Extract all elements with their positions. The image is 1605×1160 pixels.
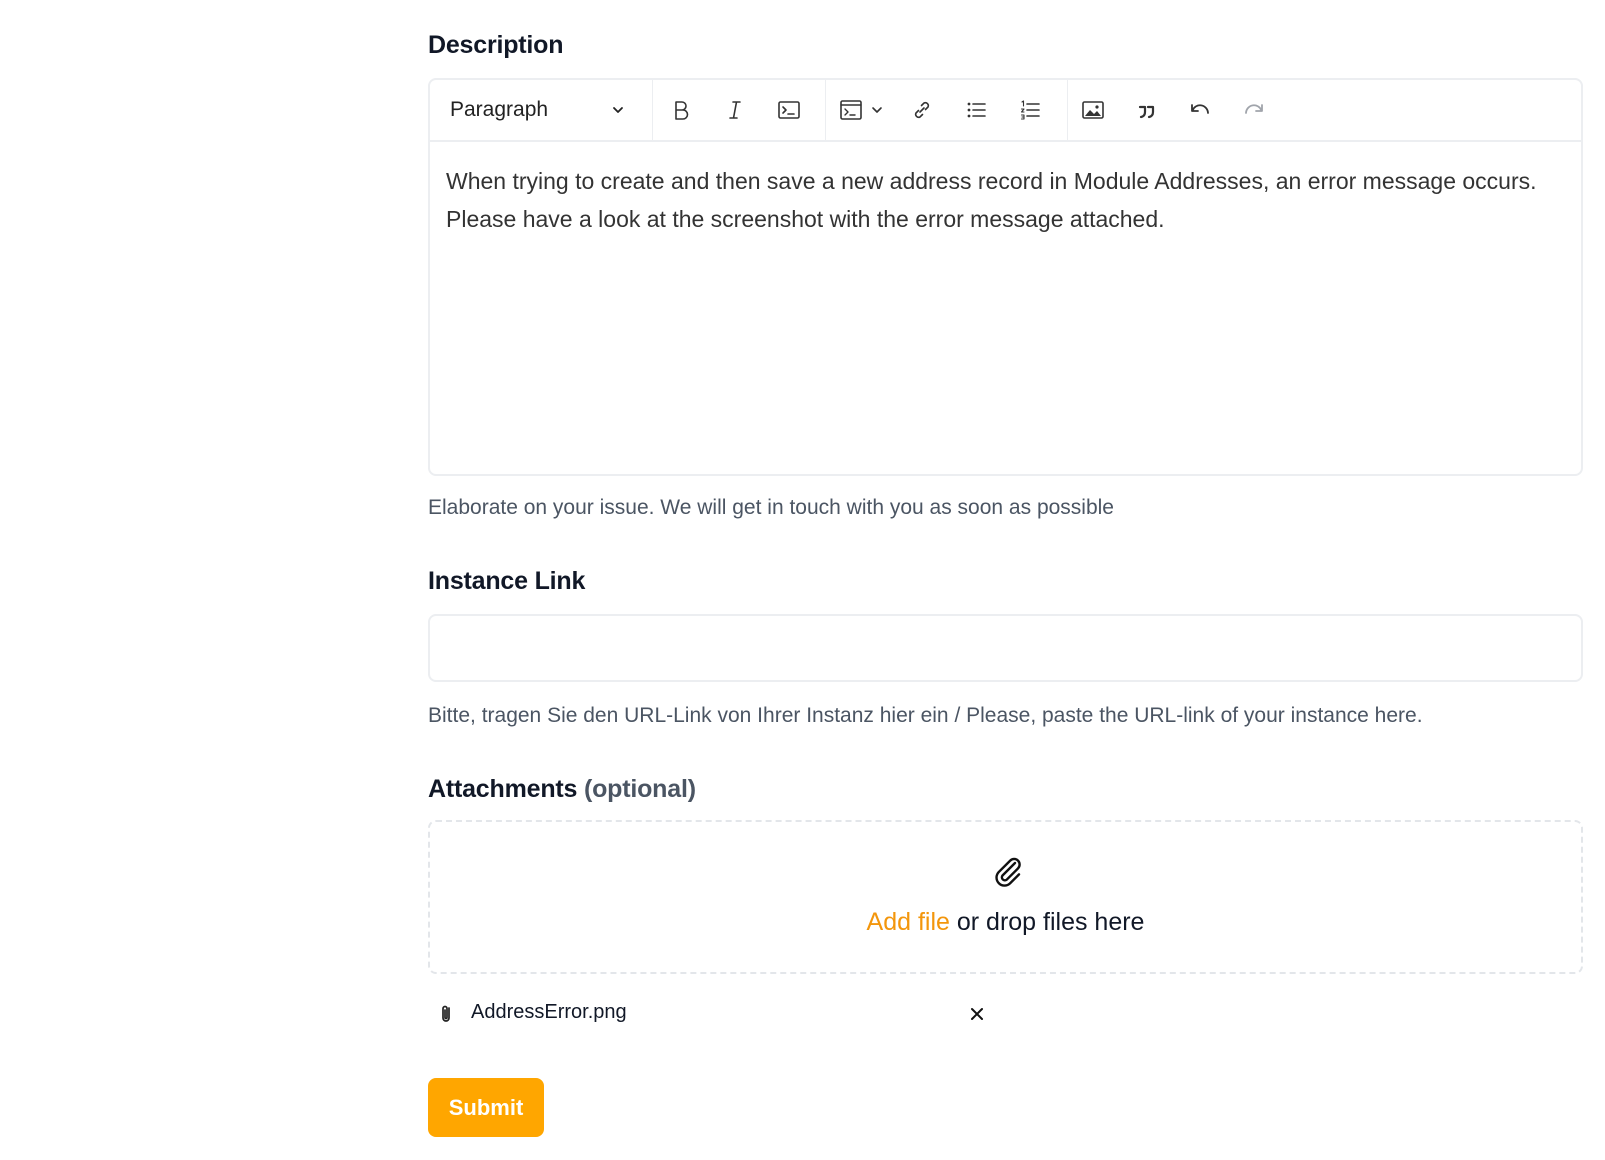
close-icon[interactable] [966, 1003, 988, 1025]
add-file-link[interactable]: Add file [867, 908, 950, 936]
bold-button[interactable] [663, 92, 699, 128]
rich-text-editor: Paragraph When trying to create and then… [428, 78, 1583, 476]
chevron-down-icon [608, 100, 628, 120]
link-button[interactable] [904, 92, 940, 128]
bulleted-list-icon [964, 98, 988, 122]
instance-link-label: Instance Link [428, 567, 586, 595]
file-dropzone[interactable]: Add file or drop files here [428, 820, 1583, 974]
undo-button[interactable] [1182, 92, 1218, 128]
image-icon [1081, 99, 1105, 121]
quote-icon [1136, 99, 1158, 121]
quote-button[interactable] [1129, 92, 1165, 128]
description-help-text: Elaborate on your issue. We will get in … [428, 496, 1114, 519]
toolbar-separator [825, 80, 826, 140]
description-label: Description [428, 31, 564, 59]
paperclip-icon [442, 1005, 450, 1022]
dropzone-text: Add file or drop files here [430, 908, 1581, 937]
code-block-icon [839, 99, 863, 121]
italic-icon [724, 99, 746, 121]
attachments-label-text: Attachments [428, 775, 578, 803]
bold-icon [670, 99, 692, 121]
chevron-down-icon [871, 104, 883, 116]
drop-files-text: or drop files here [949, 908, 1145, 936]
code-icon [777, 99, 801, 121]
attached-file-name: AddressError.png [471, 1001, 627, 1023]
link-icon [910, 98, 934, 122]
instance-link-input[interactable] [428, 614, 1583, 682]
paragraph-select-label: Paragraph [450, 98, 549, 121]
code-button[interactable] [771, 92, 807, 128]
instance-link-help-text: Bitte, tragen Sie den URL-Link von Ihrer… [428, 704, 1423, 727]
undo-icon [1188, 99, 1212, 121]
numbered-list-button[interactable] [1012, 92, 1048, 128]
attachments-label: Attachments (optional) [428, 775, 696, 804]
editor-content[interactable]: When trying to create and then save a ne… [446, 162, 1551, 238]
paragraph-select[interactable]: Paragraph [438, 92, 634, 128]
italic-button[interactable] [717, 92, 753, 128]
code-block-dropdown[interactable] [866, 92, 888, 128]
editor-toolbar: Paragraph [430, 80, 1581, 142]
attached-file-item: AddressError.png [428, 996, 988, 1032]
toolbar-separator [652, 80, 653, 140]
redo-button[interactable] [1236, 92, 1272, 128]
numbered-list-icon [1018, 98, 1042, 122]
bulleted-list-button[interactable] [958, 92, 994, 128]
redo-icon [1242, 99, 1266, 121]
image-button[interactable] [1075, 92, 1111, 128]
optional-tag: (optional) [583, 775, 696, 803]
toolbar-separator [1067, 80, 1068, 140]
code-block-button[interactable] [833, 92, 869, 128]
paperclip-icon [995, 857, 1021, 887]
submit-button[interactable]: Submit [428, 1078, 544, 1137]
